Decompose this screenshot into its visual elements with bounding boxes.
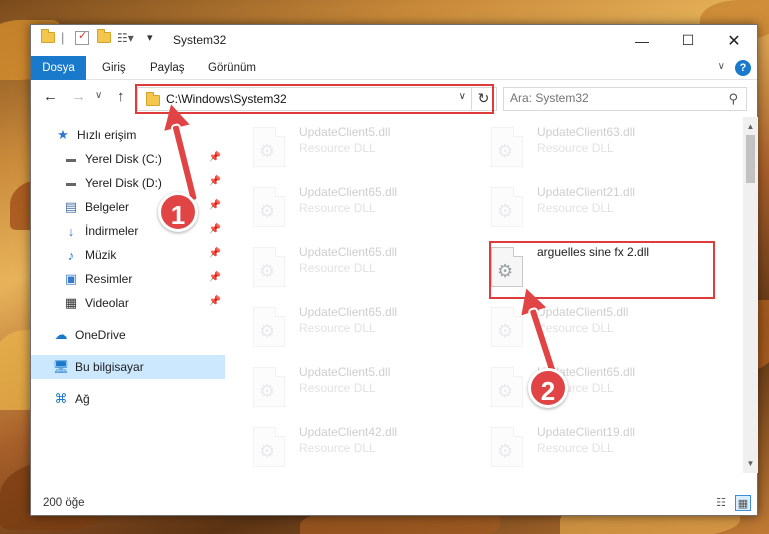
- sidebar-item-label: Ağ: [75, 392, 90, 406]
- music-icon: ♪: [67, 247, 75, 263]
- forward-arrow-icon[interactable]: →: [71, 88, 86, 105]
- dll-file-icon: ⚙: [253, 307, 285, 347]
- search-icon: ⚲: [728, 91, 738, 106]
- tab-file[interactable]: Dosya: [31, 56, 86, 80]
- file-item[interactable]: ⚙ UpdateClient63.dll Resource DLL: [465, 121, 695, 175]
- scroll-up-icon[interactable]: ▲: [743, 119, 758, 134]
- file-item[interactable]: ⚙ UpdateClient42.dll Resource DLL: [227, 421, 457, 475]
- dll-file-icon: ⚙: [253, 187, 285, 227]
- sidebar-item-videos[interactable]: ▦ Videolar 📌: [31, 291, 225, 315]
- pin-icon[interactable]: 📌: [209, 272, 221, 283]
- maximize-button[interactable]: ☐: [665, 25, 711, 56]
- dll-file-icon: ⚙: [253, 127, 285, 167]
- quick-access-dropdown-icon[interactable]: ▾: [147, 31, 153, 49]
- sidebar-item-label: Resimler: [85, 272, 133, 286]
- minimize-button[interactable]: —: [619, 25, 665, 56]
- pin-icon[interactable]: 📌: [209, 176, 221, 187]
- sidebar-item-label: Yerel Disk (D:): [85, 176, 162, 190]
- drive-icon: ▬: [66, 177, 76, 189]
- tab-share[interactable]: Paylaş: [139, 56, 196, 80]
- up-arrow-icon[interactable]: ↑: [117, 88, 125, 105]
- tab-view[interactable]: Görünüm: [197, 56, 267, 80]
- pictures-icon: ▣: [64, 271, 78, 286]
- sidebar-item-label: Belgeler: [85, 200, 130, 214]
- pin-icon[interactable]: 📌: [209, 224, 221, 235]
- sidebar-item-quick-access[interactable]: ★ Hızlı erişim: [31, 123, 225, 147]
- address-highlight-box: [135, 84, 494, 114]
- sidebar-item-label: Videolar: [85, 296, 129, 310]
- network-icon: ⌘: [54, 391, 68, 406]
- window-title: System32: [173, 33, 227, 47]
- star-icon: ★: [57, 127, 69, 142]
- sidebar-item-onedrive[interactable]: ☁ OneDrive: [31, 323, 225, 347]
- sidebar-item-label: OneDrive: [75, 328, 126, 342]
- search-input[interactable]: [510, 91, 710, 105]
- callout-badge-2: 2: [528, 368, 568, 408]
- item-count: 200 öğe: [43, 497, 85, 509]
- pin-icon[interactable]: 📌: [209, 296, 221, 307]
- details-view-icon[interactable]: ☷: [713, 495, 729, 511]
- sidebar-item-label: Yerel Disk (C:): [85, 152, 162, 166]
- file-explorer-window: | ✓ ☷▾ ▾ System32 — ☐ ✕ Dosya Giriş Payl…: [30, 24, 758, 516]
- dll-file-icon: ⚙: [253, 427, 285, 467]
- videos-icon: ▦: [64, 295, 78, 310]
- tab-home[interactable]: Giriş: [91, 56, 137, 80]
- dll-file-icon: ⚙: [253, 367, 285, 407]
- drive-icon: ▬: [66, 153, 76, 165]
- dll-file-icon: ⚙: [491, 187, 523, 227]
- sidebar-item-label: Müzik: [85, 248, 117, 262]
- sidebar-item-local-disk-c[interactable]: ▬ Yerel Disk (C:) 📌: [31, 147, 225, 171]
- vertical-scrollbar[interactable]: ▲ ▼: [743, 117, 758, 473]
- customize-icon[interactable]: ☷▾: [117, 31, 134, 49]
- properties-icon[interactable]: ✓: [75, 30, 89, 45]
- search-box[interactable]: ⚲: [503, 87, 747, 111]
- sidebar-item-label: Bu bilgisayar: [75, 360, 144, 374]
- documents-icon: ▤: [64, 199, 78, 214]
- close-button[interactable]: ✕: [711, 25, 757, 56]
- dll-file-icon: ⚙: [253, 247, 285, 287]
- file-item[interactable]: ⚙ UpdateClient21.dll Resource DLL: [465, 181, 695, 235]
- new-folder-icon[interactable]: [97, 29, 111, 50]
- separator-icon: |: [61, 30, 65, 45]
- file-item[interactable]: ⚙ UpdateClient19.dll Resource DLL: [465, 421, 695, 475]
- scroll-down-icon[interactable]: ▼: [743, 456, 758, 471]
- dll-file-icon: ⚙: [491, 367, 523, 407]
- navigation-pane: ★ Hızlı erişim ▬ Yerel Disk (C:) 📌 ▬ Yer…: [31, 117, 227, 473]
- pin-icon[interactable]: 📌: [209, 248, 221, 259]
- sidebar-item-pictures[interactable]: ▣ Resimler 📌: [31, 267, 225, 291]
- pin-icon[interactable]: 📌: [209, 152, 221, 163]
- callout-badge-1: 1: [158, 192, 198, 232]
- sidebar-item-downloads[interactable]: ↓ İndirmeler 📌: [31, 219, 225, 243]
- sidebar-item-music[interactable]: ♪ Müzik 📌: [31, 243, 225, 267]
- file-item[interactable]: ⚙ UpdateClient65.dll Resource DLL: [227, 241, 457, 295]
- pin-icon[interactable]: 📌: [209, 200, 221, 211]
- back-arrow-icon[interactable]: ←: [43, 88, 58, 105]
- cloud-icon: ☁: [54, 327, 68, 342]
- file-item[interactable]: ⚙ UpdateClient5.dll Resource DLL: [465, 301, 695, 355]
- folder-icon: [41, 29, 55, 50]
- dll-file-icon: ⚙: [491, 427, 523, 467]
- file-item[interactable]: ⚙ UpdateClient5.dll Resource DLL: [227, 361, 457, 415]
- tiles-view-icon[interactable]: ▦: [735, 495, 751, 511]
- scrollbar-thumb[interactable]: [746, 135, 755, 183]
- dll-file-icon: ⚙: [491, 127, 523, 167]
- ribbon-tabs: Dosya Giriş Paylaş Görünüm ∨ ?: [31, 56, 757, 80]
- file-item[interactable]: ⚙ UpdateClient65.dll Resource DLL: [227, 301, 457, 355]
- computer-icon: 🖥: [52, 359, 70, 374]
- file-item[interactable]: ⚙ UpdateClient65.dll Resource DLL: [227, 181, 457, 235]
- status-bar: 200 öğe ☷ ▦: [31, 491, 757, 515]
- sidebar-item-network[interactable]: ⌘ Ağ: [31, 387, 225, 411]
- file-item[interactable]: ⚙ UpdateClient65.dll Resource DLL: [465, 361, 695, 415]
- dll-file-icon: ⚙: [491, 307, 523, 347]
- download-icon: ↓: [67, 223, 75, 239]
- sidebar-item-this-pc[interactable]: 🖥 Bu bilgisayar: [31, 355, 225, 379]
- recent-locations-icon[interactable]: ∨: [95, 90, 102, 101]
- sidebar-item-label: Hızlı erişim: [77, 128, 137, 142]
- title-bar: | ✓ ☷▾ ▾ System32 — ☐ ✕: [31, 25, 757, 56]
- sidebar-item-label: İndirmeler: [85, 224, 139, 238]
- chevron-down-icon[interactable]: ∨: [718, 61, 725, 72]
- help-icon[interactable]: ?: [735, 60, 751, 76]
- file-item[interactable]: ⚙ UpdateClient5.dll Resource DLL: [227, 121, 457, 175]
